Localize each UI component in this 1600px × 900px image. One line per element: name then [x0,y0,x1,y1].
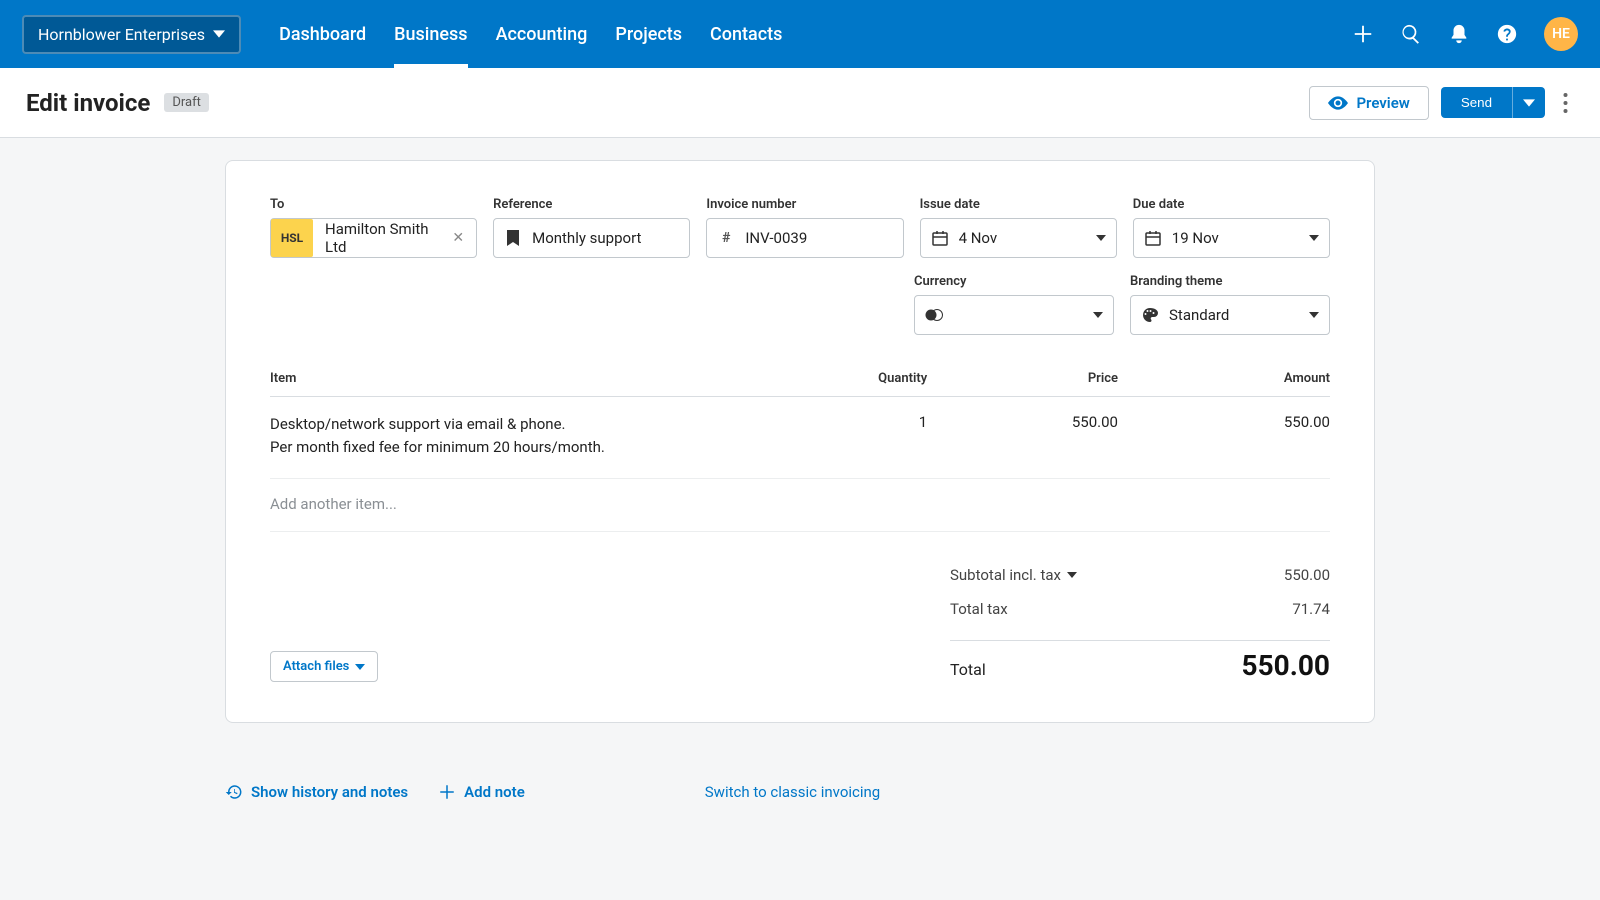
issue-date-input[interactable]: 4 Nov [920,218,1117,258]
history-button[interactable]: Show history and notes [225,783,408,801]
reference-input[interactable]: Monthly support [493,218,690,258]
chevron-down-icon [1523,97,1535,109]
bookmark-icon [504,230,522,246]
subtotal-label[interactable]: Subtotal incl. tax [950,566,1077,584]
nav-tab-dashboard[interactable]: Dashboard [279,0,366,68]
line-items-header: Item Quantity Price Amount [270,353,1330,397]
to-input[interactable]: HSL Hamilton Smith Ltd ✕ [270,218,477,258]
line-item-amount: 550.00 [1118,413,1330,458]
due-date-input[interactable]: 19 Nov [1133,218,1330,258]
attach-files-label: Attach files [283,659,349,674]
issue-date-value: 4 Nov [959,229,1086,247]
attach-files-button[interactable]: Attach files [270,651,378,682]
total-label: Total [950,660,986,679]
search-icon[interactable] [1400,23,1422,45]
sub-actions: Preview Send [1309,86,1574,120]
invoice-number-value: INV-0039 [745,229,892,247]
tax-label: Total tax [950,600,1008,618]
due-date-label: Due date [1133,197,1330,212]
col-price: Price [927,371,1118,386]
subtotal-value: 550.00 [1284,566,1330,584]
col-qty: Quantity [800,371,927,386]
currency-label: Currency [914,274,1114,289]
line-item-desc: Desktop/network support via email & phon… [270,413,800,458]
hash-icon: # [717,230,735,246]
calendar-icon [1144,230,1162,246]
top-nav: Hornblower Enterprises Dashboard Busines… [0,0,1600,68]
branding-theme-label: Branding theme [1130,274,1330,289]
line-item-row[interactable]: Desktop/network support via email & phon… [270,397,1330,479]
nav-tab-projects[interactable]: Projects [615,0,682,68]
col-amount: Amount [1118,371,1330,386]
org-switcher[interactable]: Hornblower Enterprises [22,15,241,54]
help-icon[interactable] [1496,23,1518,45]
total-value: 550.00 [1242,649,1330,682]
chevron-down-icon [355,664,365,670]
chevron-down-icon [1096,235,1106,241]
contact-chip-initials: HSL [271,219,313,257]
user-avatar[interactable]: HE [1544,17,1578,51]
issue-date-label: Issue date [920,197,1117,212]
invoice-number-input[interactable]: # INV-0039 [706,218,903,258]
branding-theme-select[interactable]: Standard [1130,295,1330,335]
chevron-down-icon [1309,235,1319,241]
reference-label: Reference [493,197,690,212]
org-name: Hornblower Enterprises [38,25,205,44]
add-note-label: Add note [464,783,525,801]
switch-classic-link[interactable]: Switch to classic invoicing [705,783,880,801]
bell-icon[interactable] [1448,23,1470,45]
eye-icon [1328,96,1348,110]
calendar-icon [931,230,949,246]
line-item-qty: 1 [800,413,927,458]
branding-theme-value: Standard [1169,306,1299,324]
clear-contact-icon[interactable]: ✕ [450,230,466,246]
nav-tab-business[interactable]: Business [394,0,467,68]
chevron-down-icon [1309,312,1319,318]
chevron-down-icon [1093,312,1103,318]
more-menu-button[interactable] [1557,87,1574,119]
page-title: Edit invoice [26,89,150,117]
to-label: To [270,197,477,212]
nav-tab-accounting[interactable]: Accounting [496,0,588,68]
chevron-down-icon [1067,572,1077,578]
due-date-value: 19 Nov [1172,229,1299,247]
send-split-button: Send [1441,87,1545,118]
nav-tabs: Dashboard Business Accounting Projects C… [279,0,782,68]
currency-icon [925,309,943,321]
history-label: Show history and notes [251,783,408,801]
chevron-down-icon [213,28,225,40]
send-button[interactable]: Send [1441,87,1512,118]
to-value: Hamilton Smith Ltd [325,220,440,256]
plus-icon [438,783,456,801]
col-item: Item [270,371,800,386]
nav-icons: HE [1352,17,1578,51]
subheader: Edit invoice Draft Preview Send [0,68,1600,138]
invoice-number-label: Invoice number [706,197,903,212]
send-caret-button[interactable] [1512,87,1545,118]
status-badge: Draft [164,93,209,112]
add-note-button[interactable]: Add note [438,783,525,801]
tax-value: 71.74 [1292,600,1330,618]
add-item-input[interactable]: Add another item... [270,479,1330,532]
invoice-card: To HSL Hamilton Smith Ltd ✕ Reference Mo… [225,160,1375,723]
preview-button[interactable]: Preview [1309,86,1428,120]
preview-label: Preview [1356,94,1409,112]
currency-select[interactable] [914,295,1114,335]
totals: Subtotal incl. tax 550.00 Total tax 71.7… [950,558,1330,682]
kebab-icon [1563,93,1568,113]
totals-divider [950,640,1330,641]
palette-icon [1141,307,1159,323]
reference-value: Monthly support [532,229,679,247]
line-item-price: 550.00 [927,413,1118,458]
main: To HSL Hamilton Smith Ltd ✕ Reference Mo… [0,138,1600,763]
history-icon [225,783,243,801]
plus-icon[interactable] [1352,23,1374,45]
footer-links: Show history and notes Add note Switch t… [225,783,1375,801]
nav-tab-contacts[interactable]: Contacts [710,0,782,68]
